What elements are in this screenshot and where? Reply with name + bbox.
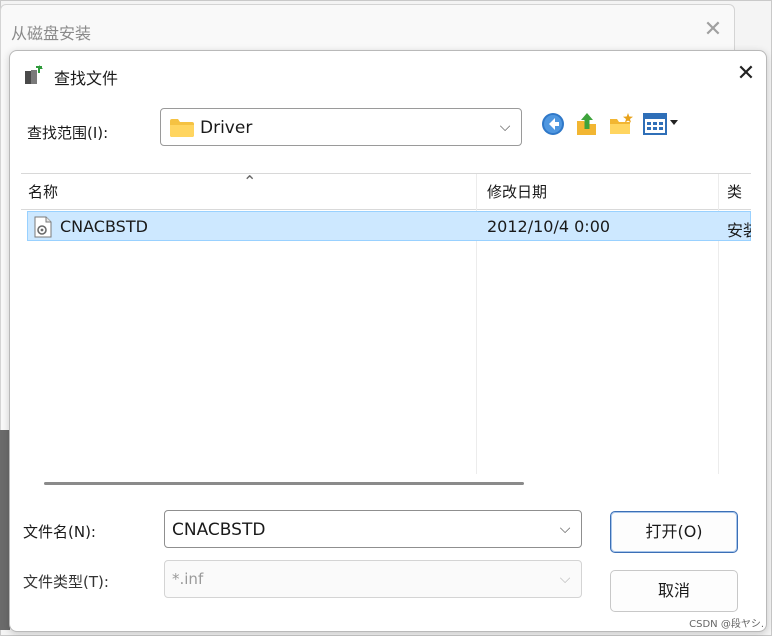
open-button[interactable]: 打开(O) — [610, 511, 738, 553]
watermark: CSDN @段ヤシ. — [689, 619, 764, 630]
look-in-label: 查找范围(I): — [27, 124, 109, 142]
file-type: 安装信息 — [727, 221, 751, 240]
file-row[interactable]: CNACBSTD 2012/10/4 0:00 安装信息 — [27, 211, 751, 241]
background-dialog-title: 从磁盘安装 — [11, 24, 92, 43]
setup-information-file-icon — [34, 216, 52, 238]
file-modified: 2012/10/4 0:00 — [487, 217, 611, 236]
file-name: CNACBSTD — [60, 217, 148, 236]
file-list[interactable]: 名称 ⌃ 修改日期 类型 CNACBSTD 2012/10/4 0:00 安装信… — [21, 172, 751, 474]
up-folder-icon[interactable] — [574, 111, 600, 137]
filetype-label: 文件类型(T): — [23, 573, 109, 591]
cancel-button[interactable]: 取消 — [610, 570, 738, 612]
look-in-dropdown[interactable]: Driver ⌵ — [160, 108, 522, 146]
filename-label: 文件名(N): — [23, 523, 96, 541]
column-header-row: 名称 ⌃ 修改日期 类型 — [21, 172, 751, 210]
sort-ascending-icon: ⌃ — [243, 172, 257, 191]
look-in-value: Driver — [200, 118, 253, 138]
folder-icon — [170, 119, 194, 137]
find-file-app-icon — [25, 65, 43, 84]
close-icon[interactable]: ✕ — [734, 62, 758, 86]
view-menu-icon[interactable] — [642, 111, 684, 137]
dialog-title: 查找文件 — [54, 69, 119, 88]
chevron-down-icon: ⌵ — [559, 571, 571, 587]
column-header-modified[interactable]: 修改日期 — [487, 174, 547, 210]
chevron-down-icon[interactable]: ⌵ — [557, 521, 573, 537]
horizontal-scrollbar[interactable] — [44, 482, 524, 485]
new-folder-icon[interactable] — [608, 111, 634, 137]
column-header-type[interactable]: 类型 — [727, 174, 751, 210]
filename-value: CNACBSTD — [172, 520, 266, 540]
filetype-value: *.inf — [172, 570, 204, 588]
chevron-down-icon: ⌵ — [499, 119, 511, 135]
filetype-dropdown[interactable]: *.inf ⌵ — [164, 560, 582, 598]
filename-combo[interactable]: CNACBSTD ⌵ — [164, 510, 582, 548]
find-file-dialog: 查找文件 ✕ 查找范围(I): Driver ⌵ 名称 ⌃ 修改日期 类 CNA… — [9, 50, 767, 632]
background-close-icon[interactable]: ✕ — [701, 19, 725, 43]
back-icon[interactable] — [540, 111, 566, 137]
column-header-name[interactable]: 名称 — [28, 174, 58, 210]
